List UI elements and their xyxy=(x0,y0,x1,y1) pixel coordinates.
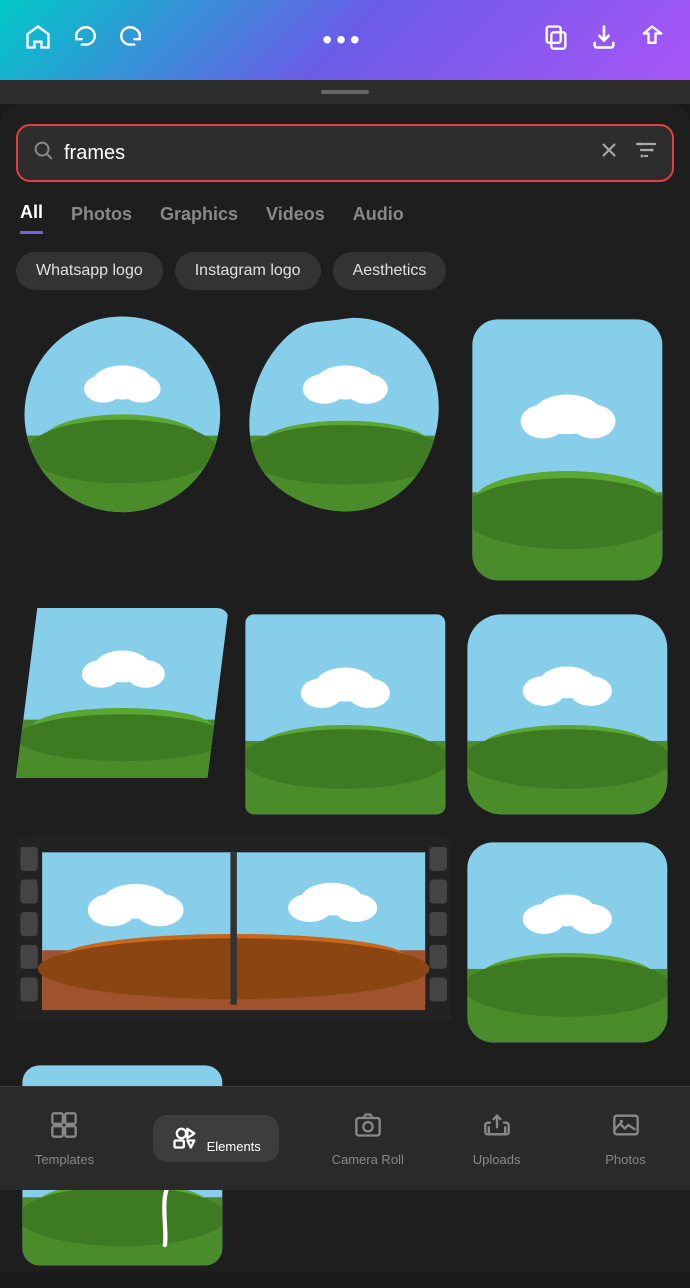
elements-icon xyxy=(171,1127,206,1157)
pill-whatsapp[interactable]: Whatsapp logo xyxy=(16,252,163,290)
frame-diagonal[interactable] xyxy=(16,608,229,821)
nav-camera-roll[interactable]: Camera Roll xyxy=(328,1111,408,1167)
top-bar: ••• xyxy=(0,0,690,80)
frame-blob[interactable] xyxy=(239,308,452,592)
tab-photos[interactable]: Photos xyxy=(71,204,132,233)
filter-icon[interactable] xyxy=(634,138,658,168)
frame-square[interactable] xyxy=(239,608,452,821)
pill-instagram[interactable]: Instagram logo xyxy=(175,252,321,290)
frame-circle[interactable] xyxy=(16,308,229,592)
suggestion-pills: Whatsapp logo Instagram logo Aesthetics xyxy=(16,252,674,290)
frame-grid-row3 xyxy=(16,836,674,1271)
top-bar-left xyxy=(24,23,144,57)
clear-search-icon[interactable] xyxy=(598,139,620,167)
drag-indicator xyxy=(0,80,690,104)
nav-elements[interactable]: Elements xyxy=(153,1115,278,1162)
frame-grid-row2 xyxy=(16,608,674,821)
home-icon[interactable] xyxy=(24,23,52,57)
nav-camera-label: Camera Roll xyxy=(332,1152,404,1167)
top-bar-right xyxy=(542,23,666,57)
uploads-icon xyxy=(483,1111,511,1146)
drag-bar xyxy=(321,90,369,94)
search-input[interactable] xyxy=(64,142,598,165)
filter-tabs: All Photos Graphics Videos Audio xyxy=(16,202,674,234)
templates-icon xyxy=(50,1111,78,1146)
frame-rounded-1[interactable] xyxy=(461,308,674,592)
pill-aesthetics[interactable]: Aesthetics xyxy=(333,252,447,290)
copy-icon[interactable] xyxy=(542,23,570,57)
nav-photos[interactable]: Photos xyxy=(586,1111,666,1167)
photos-icon xyxy=(612,1111,640,1146)
frame-film[interactable] xyxy=(16,836,451,1049)
redo-icon[interactable] xyxy=(118,24,144,56)
frame-rounded-3[interactable] xyxy=(461,836,674,1049)
more-icon[interactable]: ••• xyxy=(322,24,363,56)
nav-uploads[interactable]: Uploads xyxy=(457,1111,537,1167)
tab-graphics[interactable]: Graphics xyxy=(160,204,238,233)
search-icon xyxy=(32,139,54,167)
tab-all[interactable]: All xyxy=(20,202,43,234)
nav-elements-label: Elements xyxy=(207,1139,261,1154)
search-bar[interactable] xyxy=(16,124,674,182)
frame-grid-row1 xyxy=(16,308,674,592)
nav-templates-label: Templates xyxy=(35,1152,94,1167)
bottom-navigation: Templates Elements Camera Roll xyxy=(0,1086,690,1190)
tab-audio[interactable]: Audio xyxy=(353,204,404,233)
nav-photos-label: Photos xyxy=(605,1152,645,1167)
download-icon[interactable] xyxy=(590,23,618,57)
tab-videos[interactable]: Videos xyxy=(266,204,325,233)
share-icon[interactable] xyxy=(638,23,666,57)
undo-icon[interactable] xyxy=(72,24,98,56)
camera-roll-icon xyxy=(354,1111,382,1146)
nav-templates[interactable]: Templates xyxy=(24,1111,104,1167)
frame-rounded-2[interactable] xyxy=(461,608,674,821)
nav-uploads-label: Uploads xyxy=(473,1152,521,1167)
